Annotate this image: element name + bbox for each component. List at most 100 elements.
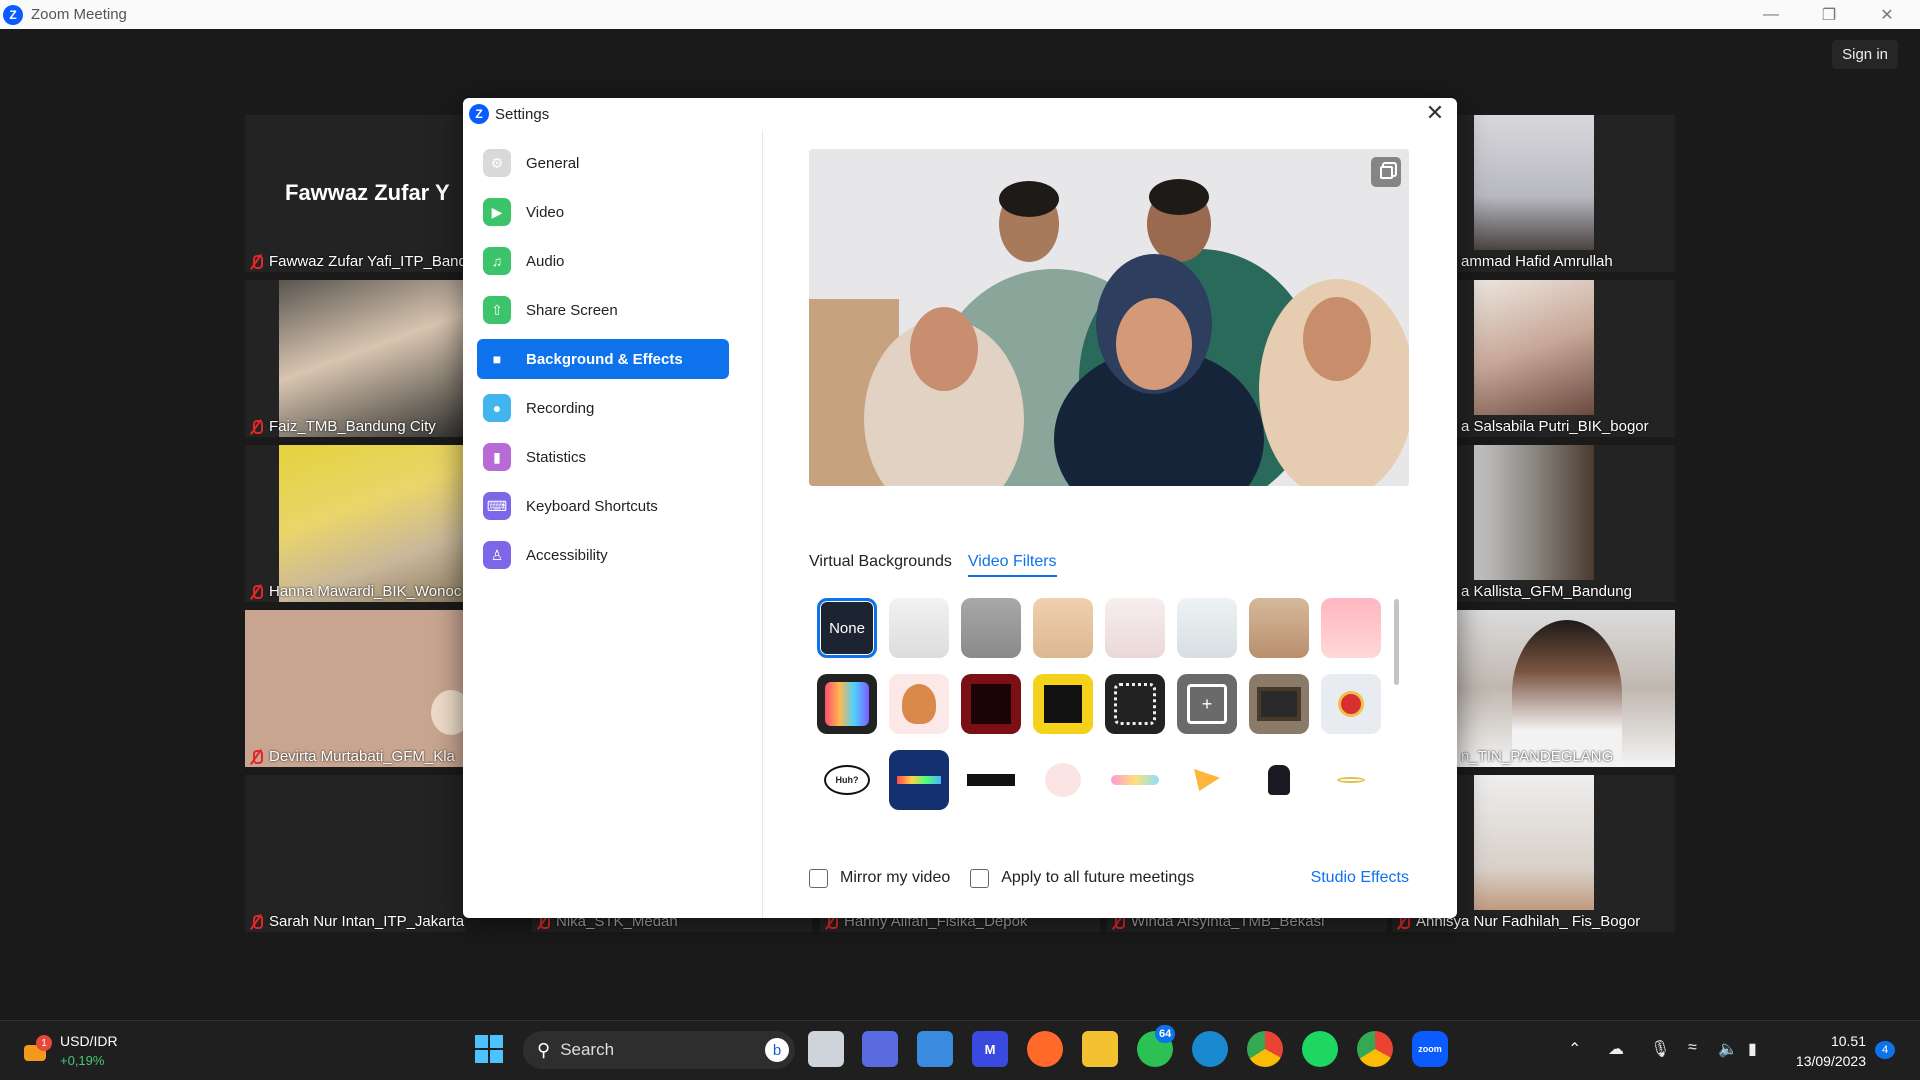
filter-tile[interactable]	[1105, 674, 1165, 734]
filter-tile[interactable]	[1321, 598, 1381, 658]
filter-tile[interactable]	[889, 598, 949, 658]
filter-tile[interactable]	[889, 674, 949, 734]
participant-tile[interactable]: Hanna Mawardi_BIK_Wonoс	[245, 445, 465, 602]
filter-tile[interactable]	[1321, 750, 1381, 810]
mirror-label: Mirror my video	[840, 869, 951, 886]
filter-lights-frame-icon	[1114, 683, 1156, 725]
chat-icon[interactable]	[862, 1031, 898, 1067]
nav-background-effects[interactable]: ■ Background & Effects	[477, 339, 729, 379]
mic-muted-icon	[249, 584, 263, 599]
filter-tile[interactable]	[961, 750, 1021, 810]
minimize-icon[interactable]: —	[1742, 0, 1800, 29]
file-explorer-icon[interactable]	[1082, 1031, 1118, 1067]
filter-tile[interactable]	[1249, 750, 1309, 810]
wifi-icon[interactable]: ≈	[1688, 1039, 1697, 1057]
sign-in-button[interactable]: Sign in	[1832, 40, 1898, 69]
filter-tile[interactable]: Huh?	[817, 750, 877, 810]
volume-icon[interactable]: 🔈	[1718, 1039, 1738, 1059]
nav-keyboard-shortcuts[interactable]: ⌨ Keyboard Shortcuts	[477, 486, 729, 526]
participant-tile[interactable]: Devirta Murtabati_GFM_Kla	[245, 610, 465, 767]
nav-label: Audio	[526, 252, 565, 270]
mic-muted-icon	[249, 914, 263, 929]
mirror-checkbox[interactable]	[809, 868, 828, 888]
clock-date: 13/09/2023	[1795, 1053, 1866, 1069]
filter-tile[interactable]	[961, 674, 1021, 734]
filter-string-lights-icon	[897, 776, 941, 784]
taskbar-search[interactable]: ⚲ Search b	[523, 1031, 795, 1069]
mic-muted-icon	[249, 749, 263, 764]
chrome-icon[interactable]	[1247, 1031, 1283, 1067]
participant-tile[interactable]: ammad Hafid Amrullah	[1457, 115, 1675, 272]
participant-video	[1474, 445, 1594, 580]
filter-tile[interactable]: +	[1177, 674, 1237, 734]
currency-widget[interactable]: 1 USD/IDR +0,19%	[22, 1031, 118, 1071]
notification-badge[interactable]: 4	[1875, 1041, 1895, 1059]
nav-audio[interactable]: ♫ Audio	[477, 241, 729, 281]
taskbar: 1 USD/IDR +0,19% ⚲ Search b M 64 zoom ⌃ …	[0, 1020, 1920, 1080]
copy-icon[interactable]	[1371, 157, 1401, 187]
participant-video	[279, 280, 465, 437]
filter-none-label: None	[829, 619, 865, 637]
microphone-icon[interactable]: 🎙	[1650, 1039, 1670, 1059]
firefox-icon[interactable]	[1027, 1031, 1063, 1067]
filter-tile[interactable]	[1105, 750, 1165, 810]
nav-recording[interactable]: ● Recording	[477, 388, 729, 428]
participant-video	[1474, 280, 1594, 415]
apply-future-checkbox[interactable]	[970, 868, 990, 888]
filter-none[interactable]: None	[817, 598, 877, 658]
filter-tile[interactable]	[817, 674, 877, 734]
nav-video[interactable]: ▶ Video	[477, 192, 729, 232]
settings-title: Settings	[495, 105, 550, 123]
nav-accessibility[interactable]: ♙ Accessibility	[477, 535, 729, 575]
close-settings-icon[interactable]: ✕	[1423, 102, 1447, 126]
windows-start-icon[interactable]	[471, 1031, 507, 1067]
filters-scrollbar[interactable]	[1394, 599, 1399, 685]
nav-share-screen[interactable]: ⇧ Share Screen	[477, 290, 729, 330]
participant-tile[interactable]: a Salsabila Putri_BIK_bogor	[1457, 280, 1675, 437]
nav-statistics[interactable]: ▮ Statistics	[477, 437, 729, 477]
participant-tile[interactable]: n_TIN_PANDEGLANG	[1457, 610, 1675, 767]
filter-tile[interactable]	[1249, 598, 1309, 658]
studio-effects-link[interactable]: Studio Effects	[1311, 869, 1409, 887]
video-camera-icon: ▶	[483, 198, 511, 226]
app-icon[interactable]: M	[972, 1031, 1008, 1067]
restore-icon[interactable]: ❐	[1800, 0, 1858, 29]
filter-color-frame-icon	[825, 682, 869, 726]
filter-tile[interactable]	[1033, 598, 1093, 658]
edge-icon[interactable]	[1192, 1031, 1228, 1067]
filter-tile[interactable]	[1033, 750, 1093, 810]
filter-tile[interactable]	[1105, 598, 1165, 658]
filter-dog-icon	[902, 684, 936, 724]
participant-tile[interactable]: Sarah Nur Intan_ITP_Jakarta	[245, 775, 465, 932]
participant-tile[interactable]: a Kallista_GFM_Bandung	[1457, 445, 1675, 602]
filter-tile[interactable]	[889, 750, 949, 810]
filter-tile[interactable]	[1321, 674, 1381, 734]
filter-tile[interactable]	[1177, 598, 1237, 658]
close-window-icon[interactable]: ✕	[1858, 0, 1916, 29]
filter-tile[interactable]	[1249, 674, 1309, 734]
spotify-icon[interactable]	[1302, 1031, 1338, 1067]
participant-name: ammad Hafid Amrullah	[1461, 253, 1613, 270]
chrome-profile-icon[interactable]	[1357, 1031, 1393, 1067]
filter-tile[interactable]	[1177, 750, 1237, 810]
participant-video	[279, 445, 465, 602]
participant-name: a Kallista_GFM_Bandung	[1461, 583, 1632, 600]
battery-icon[interactable]: ▮	[1748, 1039, 1757, 1059]
filter-tile[interactable]	[1033, 674, 1093, 734]
onedrive-icon[interactable]: ☁	[1608, 1039, 1624, 1059]
participant-tile[interactable]: Faiz_TMB_Bandung City	[245, 280, 465, 437]
chevron-up-icon[interactable]: ⌃	[1568, 1039, 1581, 1059]
bing-icon[interactable]: b	[765, 1038, 789, 1062]
filter-speech-label: Huh?	[835, 775, 859, 785]
background-tabs: Virtual Backgrounds Video Filters	[809, 553, 1057, 577]
clock[interactable]: 10.51 13/09/2023	[1796, 1031, 1866, 1071]
microsoft-store-icon[interactable]	[917, 1031, 953, 1067]
zoom-icon[interactable]: zoom	[1412, 1031, 1448, 1067]
whatsapp-icon[interactable]: 64	[1137, 1025, 1176, 1067]
task-view-icon[interactable]	[808, 1031, 844, 1067]
tab-video-filters[interactable]: Video Filters	[967, 553, 1057, 577]
filter-tile[interactable]	[961, 598, 1021, 658]
participant-video	[431, 690, 465, 735]
tab-virtual-backgrounds[interactable]: Virtual Backgrounds	[809, 553, 952, 577]
nav-general[interactable]: ⚙ General	[477, 143, 729, 183]
